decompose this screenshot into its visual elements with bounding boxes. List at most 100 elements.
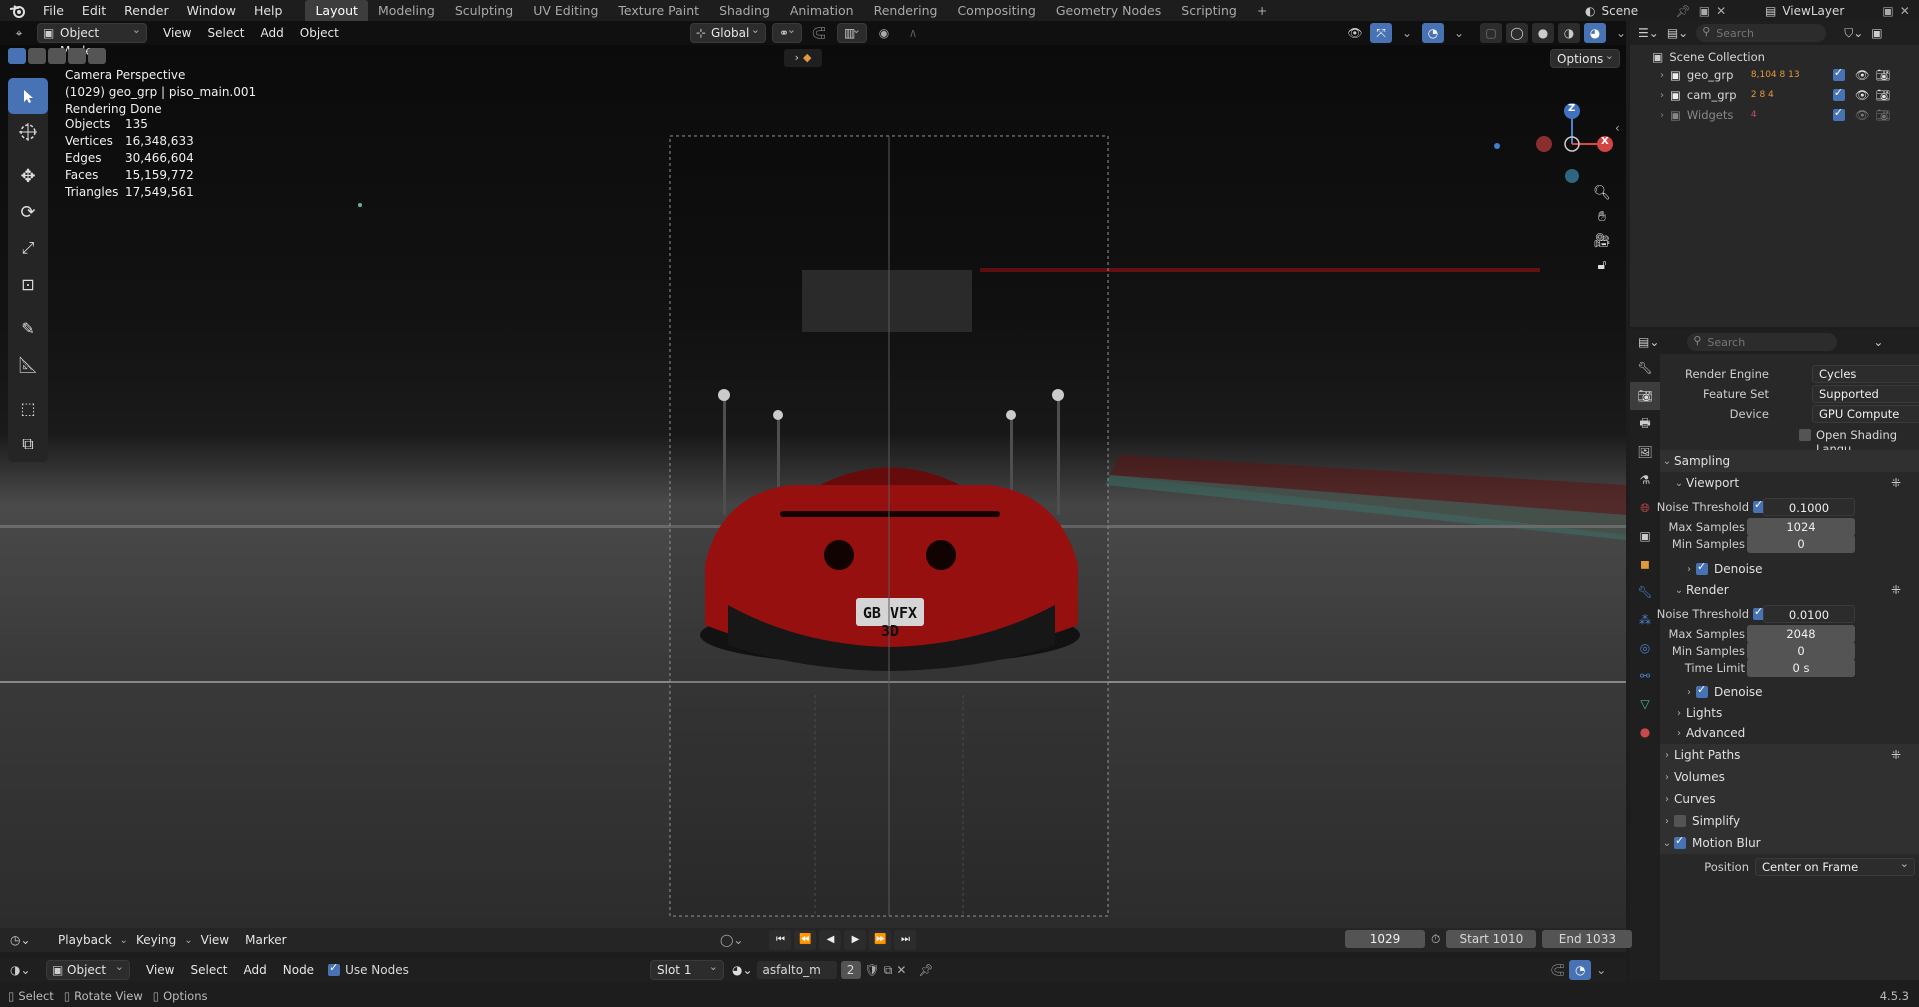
visibility-icon[interactable]: 👁︎ xyxy=(1344,23,1366,43)
render-camera-icon[interactable]: 📷︎ xyxy=(1875,108,1890,122)
tab-layout[interactable]: Layout xyxy=(305,0,368,21)
auto-keying-icon[interactable]: ◯⌄ xyxy=(720,933,743,947)
shading-dropdown-icon[interactable]: ⌄ xyxy=(1610,23,1626,43)
cursor-tool-icon[interactable] xyxy=(8,114,48,150)
time-limit-field[interactable]: 0 s xyxy=(1747,659,1855,677)
expand-arrow-icon[interactable]: › xyxy=(1660,110,1664,121)
proportional-edit-icon[interactable]: ◉ xyxy=(873,23,895,43)
tab-scripting[interactable]: Scripting xyxy=(1171,0,1247,21)
sidebar-toggle-icon[interactable]: ‹ xyxy=(1615,121,1620,135)
viewport-subsection[interactable]: ⌄ Viewport ⁜ xyxy=(1660,472,1919,494)
node-menu-add[interactable]: Add xyxy=(236,960,275,980)
tab-compositing[interactable]: Compositing xyxy=(947,0,1045,21)
simplify-checkbox[interactable] xyxy=(1674,815,1686,827)
current-frame-field[interactable]: 1029 xyxy=(1345,930,1425,948)
new-scene-icon[interactable]: ▣ xyxy=(1699,4,1710,18)
osl-row[interactable]: Open Shading Langu... xyxy=(1660,425,1919,456)
node-menu-node[interactable]: Node xyxy=(275,960,322,980)
node-menu-view[interactable]: View xyxy=(138,960,182,980)
modifier-tab-icon[interactable]: 🔧︎ xyxy=(1630,578,1660,606)
pin-icon[interactable]: 📌︎ xyxy=(1675,4,1690,18)
min-samples-field[interactable]: 0 xyxy=(1747,535,1855,553)
play-reverse-icon[interactable]: ◀ xyxy=(819,930,842,950)
delete-viewlayer-icon[interactable]: ✕ xyxy=(1900,4,1910,18)
node-editor-type-icon[interactable]: ◑⌄ xyxy=(10,963,38,977)
properties-search[interactable]: ⚲ xyxy=(1687,333,1838,351)
unlink-material-icon[interactable]: ✕ xyxy=(896,963,906,977)
properties-editor-icon[interactable]: ▤⌄ xyxy=(1638,335,1659,349)
vp-denoise-subsection[interactable]: › Denoise xyxy=(1660,558,1919,580)
pin-icon[interactable]: 📌︎ xyxy=(918,963,933,977)
r-denoise-subsection[interactable]: › Denoise xyxy=(1660,681,1919,703)
viewport-menu-select[interactable]: Select xyxy=(199,23,252,43)
overlay-dropdown-icon[interactable]: ⌄ xyxy=(1596,963,1606,977)
timeline-menu-playback[interactable]: Playback xyxy=(50,930,120,950)
filter-icon[interactable]: ⛉⌄ xyxy=(1844,26,1863,41)
transform-orientation-dropdown[interactable]: ⊹ Global xyxy=(690,21,766,43)
mode-dropdown[interactable]: ▣ Object Mode xyxy=(37,21,147,58)
jump-start-icon[interactable]: ⏮ xyxy=(769,930,792,950)
physics-tab-icon[interactable]: ◎ xyxy=(1630,634,1660,662)
presets-icon[interactable]: ⁜ xyxy=(1891,748,1901,762)
gizmo-toggle-icon[interactable]: ⤧ xyxy=(1370,23,1392,43)
overlays-dropdown-icon[interactable]: ⌄ xyxy=(1448,23,1470,43)
motion-blur-section[interactable]: ⌄ Motion Blur xyxy=(1660,832,1919,854)
tool-tab-icon[interactable]: 🔧︎ xyxy=(1630,354,1660,382)
zoom-icon[interactable]: 🔍︎ xyxy=(1593,185,1611,201)
volumes-section[interactable]: › Volumes xyxy=(1660,766,1919,788)
outliner-row-cam-grp[interactable]: › ▣ cam_grp 2 8 4 👁︎ 📷︎ xyxy=(1630,85,1919,105)
exclude-checkbox[interactable] xyxy=(1832,86,1845,101)
data-tab-icon[interactable]: ▽ xyxy=(1630,690,1660,718)
add-object-tool-icon[interactable]: ⧉ xyxy=(8,426,48,462)
curves-section[interactable]: › Curves xyxy=(1660,788,1919,810)
display-mode-icon[interactable]: ▤⌄ xyxy=(1667,26,1688,40)
transform-tool-icon[interactable]: ⊡ xyxy=(8,266,48,302)
denoise-checkbox[interactable] xyxy=(1696,560,1708,575)
scene-selector[interactable]: ◐ Scene 📌︎ ▣ ✕ xyxy=(1585,0,1726,21)
material-tab-icon[interactable]: ● xyxy=(1630,718,1660,746)
render-camera-icon[interactable]: 📷︎ xyxy=(1875,68,1890,82)
falloff-icon[interactable]: ∧ xyxy=(902,23,924,43)
particles-tab-icon[interactable]: ⁂ xyxy=(1630,606,1660,634)
expand-arrow-icon[interactable]: › xyxy=(1660,90,1664,101)
material-users-count[interactable]: 2 xyxy=(840,961,861,979)
lights-subsection[interactable]: › Lights xyxy=(1660,702,1919,724)
material-name-field[interactable]: asfalto_m xyxy=(756,961,837,979)
select-subtract-icon[interactable] xyxy=(48,48,66,64)
collection-tab-icon[interactable]: ▣ xyxy=(1630,522,1660,550)
presets-icon[interactable]: ⁜ xyxy=(1891,476,1901,490)
menu-help[interactable]: Help xyxy=(245,0,292,21)
scene-tab-icon[interactable]: ⚗︎ xyxy=(1630,466,1660,494)
jump-keyframe-forward-icon[interactable]: ⏩ xyxy=(869,930,892,950)
device-dropdown[interactable]: GPU Compute xyxy=(1812,405,1919,423)
properties-options-icon[interactable]: ⌄ xyxy=(1873,335,1883,349)
3d-viewport[interactable]: GB VFX 3D ⌖ ▣ Object Mode View Select Ad… xyxy=(0,21,1626,928)
lock-camera-icon[interactable]: 🔓︎ xyxy=(1597,257,1606,273)
constraints-tab-icon[interactable]: ⚯ xyxy=(1630,662,1660,690)
shading-material-icon[interactable]: ◑ xyxy=(1558,23,1580,43)
viewport-menu-view[interactable]: View xyxy=(155,23,199,43)
expand-arrow-icon[interactable]: › xyxy=(1660,70,1664,81)
shader-type-dropdown[interactable]: ▣ Object xyxy=(46,958,130,980)
denoise-checkbox[interactable] xyxy=(1696,683,1708,698)
header-expand-button[interactable]: › ◆ xyxy=(784,49,822,67)
select-box-tool-icon[interactable] xyxy=(8,78,48,114)
node-menu-select[interactable]: Select xyxy=(182,960,235,980)
move-tool-icon[interactable]: ✥ xyxy=(8,158,48,194)
viewport-menu-object[interactable]: Object xyxy=(292,23,347,43)
add-workspace-button[interactable]: + xyxy=(1247,0,1277,21)
slot-dropdown[interactable]: Slot 1 xyxy=(650,958,724,980)
tab-geometry-nodes[interactable]: Geometry Nodes xyxy=(1046,0,1171,21)
shading-rendered-icon[interactable]: ◕ xyxy=(1584,23,1606,43)
tab-uv-editing[interactable]: UV Editing xyxy=(523,0,608,21)
timeline-menu-view[interactable]: View xyxy=(193,930,237,950)
shading-solid-icon[interactable]: ● xyxy=(1532,23,1554,43)
xray-icon[interactable]: ▢ xyxy=(1480,23,1502,43)
material-browse-icon[interactable]: ◕⌄ xyxy=(732,963,753,977)
select-extend-icon[interactable] xyxy=(28,48,46,64)
blender-logo-icon[interactable] xyxy=(8,2,26,20)
osl-checkbox[interactable] xyxy=(1799,429,1811,441)
play-icon[interactable]: ▶ xyxy=(844,930,867,950)
pivot-dropdown[interactable]: ⚭ xyxy=(772,21,802,43)
end-frame-field[interactable]: End 1033 xyxy=(1542,930,1633,948)
